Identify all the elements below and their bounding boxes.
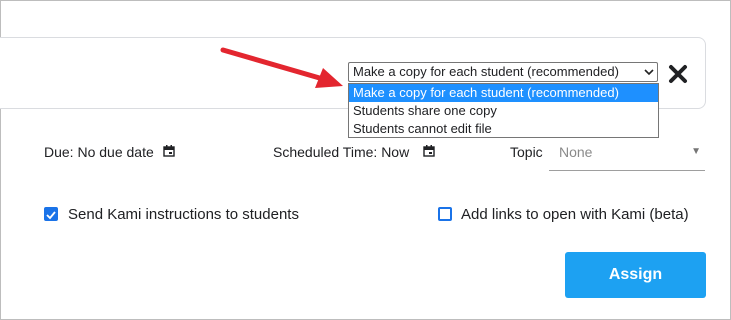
add-links-checkbox[interactable] <box>438 207 452 221</box>
scheduled-label: Scheduled Time: <box>273 144 378 160</box>
add-links-label[interactable]: Add links to open with Kami (beta) <box>461 206 689 223</box>
due-date-field[interactable]: Due: No due date <box>44 144 154 160</box>
send-instructions-label[interactable]: Send Kami instructions to students <box>68 206 299 223</box>
dropdown-triangle-icon: ▼ <box>691 146 701 157</box>
sharing-select[interactable]: Make a copy for each student (recommende… <box>348 62 658 82</box>
sharing-options-list: Make a copy for each student (recommende… <box>348 83 659 138</box>
scheduled-value: Now <box>381 144 410 160</box>
chevron-down-icon <box>644 65 654 83</box>
sharing-option[interactable]: Students share one copy <box>349 102 658 120</box>
sharing-select-value: Make a copy for each student (recommende… <box>353 64 619 79</box>
send-instructions-checkbox[interactable] <box>44 207 58 221</box>
sharing-option[interactable]: Students cannot edit file <box>349 120 658 138</box>
annotation-arrow <box>220 47 343 88</box>
topic-select[interactable]: None ▼ <box>549 141 705 171</box>
calendar-icon[interactable] <box>163 145 175 157</box>
due-value: No due date <box>77 144 154 160</box>
scheduled-time-field[interactable]: Scheduled Time: Now <box>273 144 409 160</box>
close-icon[interactable] <box>667 63 689 85</box>
calendar-icon[interactable] <box>423 145 435 157</box>
sharing-option[interactable]: Make a copy for each student (recommende… <box>349 84 658 102</box>
checkmark-icon <box>46 211 56 220</box>
due-label: Due: <box>44 144 74 160</box>
assign-button[interactable]: Assign <box>565 252 706 298</box>
topic-label: Topic <box>510 144 543 160</box>
topic-value: None <box>559 144 593 160</box>
